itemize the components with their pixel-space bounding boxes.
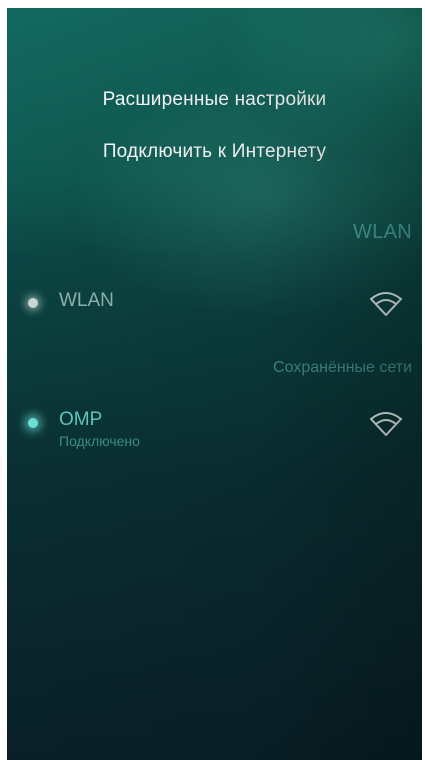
wlan-toggle-row[interactable]: WLAN: [7, 276, 422, 330]
wlan-toggle-label: WLAN: [59, 290, 114, 311]
connected-indicator: [28, 418, 38, 428]
wlan-status-indicator: [28, 298, 38, 308]
network-name: OMP: [59, 409, 103, 430]
saved-networks-header: Сохранённые сети: [273, 359, 412, 376]
pulldown-connect-to-internet[interactable]: Подключить к Интернету: [7, 141, 422, 163]
network-status: Подключено: [59, 433, 140, 449]
wifi-icon: [370, 292, 402, 316]
saved-network-row[interactable]: OMP Подключено: [7, 400, 422, 462]
pulldown-advanced-settings[interactable]: Расширенные настройки: [7, 89, 422, 111]
wifi-icon: [370, 412, 402, 436]
page-title: WLAN: [353, 221, 412, 243]
settings-page: Расширенные настройки Подключить к Интер…: [7, 8, 422, 760]
